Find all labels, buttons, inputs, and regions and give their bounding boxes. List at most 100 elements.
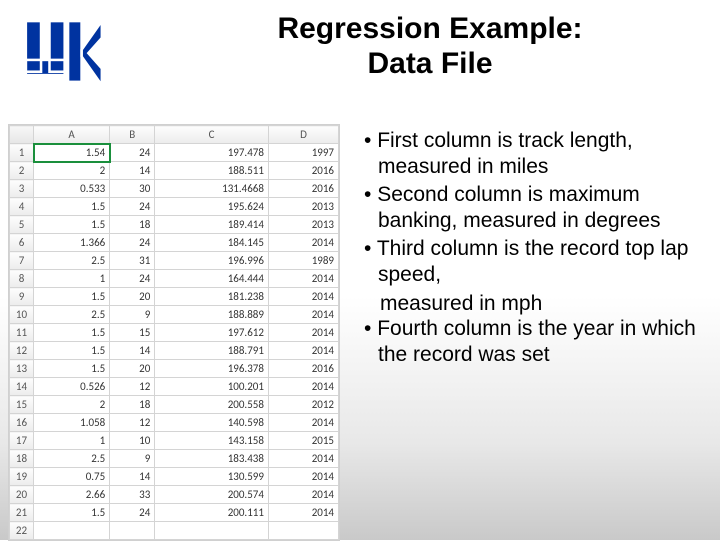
cell: 188.889: [155, 306, 269, 324]
col-A: A: [34, 126, 110, 144]
cell: 24: [110, 234, 155, 252]
cell: 195.624: [155, 198, 269, 216]
cell: 2014: [268, 324, 338, 342]
table-row: 182.59183.4382014: [10, 450, 339, 468]
cell: 181.238: [155, 288, 269, 306]
cell: 2013: [268, 216, 338, 234]
cell: 2015: [268, 432, 338, 450]
bullet-1: First column is track length, measured i…: [360, 128, 706, 179]
cell: 12: [110, 414, 155, 432]
cell: 2: [34, 162, 110, 180]
cell: [110, 522, 155, 540]
row-header: 3: [10, 180, 34, 198]
cell: 24: [110, 144, 155, 162]
cell: 1.5: [34, 288, 110, 306]
cell: 196.996: [155, 252, 269, 270]
spreadsheet: A B C D 11.5424197.47819972214188.511201…: [8, 124, 340, 541]
cell: 2.5: [34, 450, 110, 468]
cell: 2014: [268, 342, 338, 360]
cell: 184.145: [155, 234, 269, 252]
cell: 2013: [268, 198, 338, 216]
cell: 100.201: [155, 378, 269, 396]
cell: 189.414: [155, 216, 269, 234]
row-header: 14: [10, 378, 34, 396]
cell: 2014: [268, 234, 338, 252]
cell: 1989: [268, 252, 338, 270]
cell: 1.366: [34, 234, 110, 252]
cell: 9: [110, 450, 155, 468]
cell: 2.5: [34, 306, 110, 324]
cell: 2014: [268, 450, 338, 468]
bullet-list: First column is track length, measured i…: [360, 128, 706, 370]
col-B: B: [110, 126, 155, 144]
table-row: 30.53330131.46682016: [10, 180, 339, 198]
table-row: 22: [10, 522, 339, 540]
cell: 14: [110, 342, 155, 360]
cell: 197.478: [155, 144, 269, 162]
cell: 20: [110, 360, 155, 378]
table-row: 111.515197.6122014: [10, 324, 339, 342]
cell: 2016: [268, 360, 338, 378]
cell: 9: [110, 306, 155, 324]
row-header: 15: [10, 396, 34, 414]
row-header: 20: [10, 486, 34, 504]
cell: 2.66: [34, 486, 110, 504]
cell: 2014: [268, 486, 338, 504]
table-row: 131.520196.3782016: [10, 360, 339, 378]
cell: 1.5: [34, 324, 110, 342]
cell: 2014: [268, 306, 338, 324]
header-row: A B C D: [10, 126, 339, 144]
row-header: 22: [10, 522, 34, 540]
cell: 18: [110, 216, 155, 234]
cell: 2014: [268, 414, 338, 432]
cell: 1.058: [34, 414, 110, 432]
cell: 10: [110, 432, 155, 450]
table-row: 140.52612100.2012014: [10, 378, 339, 396]
table-row: 11.5424197.4781997: [10, 144, 339, 162]
cell: 0.533: [34, 180, 110, 198]
row-header: 11: [10, 324, 34, 342]
cell: 1.5: [34, 216, 110, 234]
cell: 183.438: [155, 450, 269, 468]
bullet-3-cont: measured in mph: [360, 291, 706, 317]
table-row: 41.524195.6242013: [10, 198, 339, 216]
table-row: 190.7514130.5992014: [10, 468, 339, 486]
cell: 15: [110, 324, 155, 342]
cell: 24: [110, 504, 155, 522]
cell: 196.378: [155, 360, 269, 378]
cell: 1.54: [34, 144, 110, 162]
row-header: 1: [10, 144, 34, 162]
row-header: 9: [10, 288, 34, 306]
table-row: 102.59188.8892014: [10, 306, 339, 324]
bullet-4: Fourth column is the year in which the r…: [360, 316, 706, 367]
row-header: 13: [10, 360, 34, 378]
cell: 1.5: [34, 198, 110, 216]
row-header: 12: [10, 342, 34, 360]
row-header: 17: [10, 432, 34, 450]
cell: 1.5: [34, 342, 110, 360]
cell: 33: [110, 486, 155, 504]
cell: 1: [34, 432, 110, 450]
title-line-2: Data File: [367, 47, 492, 80]
cell: 31: [110, 252, 155, 270]
cell: 2014: [268, 270, 338, 288]
cell: 0.75: [34, 468, 110, 486]
cell: 200.558: [155, 396, 269, 414]
cell: 14: [110, 162, 155, 180]
table-row: 2214188.5112016: [10, 162, 339, 180]
cell: 2016: [268, 162, 338, 180]
row-header: 10: [10, 306, 34, 324]
cell: 2.5: [34, 252, 110, 270]
corner-cell: [10, 126, 34, 144]
col-D: D: [268, 126, 338, 144]
cell: 14: [110, 468, 155, 486]
cell: [34, 522, 110, 540]
cell: 2: [34, 396, 110, 414]
row-header: 19: [10, 468, 34, 486]
table-row: 17110143.1582015: [10, 432, 339, 450]
row-header: 16: [10, 414, 34, 432]
cell: 200.574: [155, 486, 269, 504]
cell: 24: [110, 270, 155, 288]
table-row: 91.520181.2382014: [10, 288, 339, 306]
cell: 2014: [268, 288, 338, 306]
